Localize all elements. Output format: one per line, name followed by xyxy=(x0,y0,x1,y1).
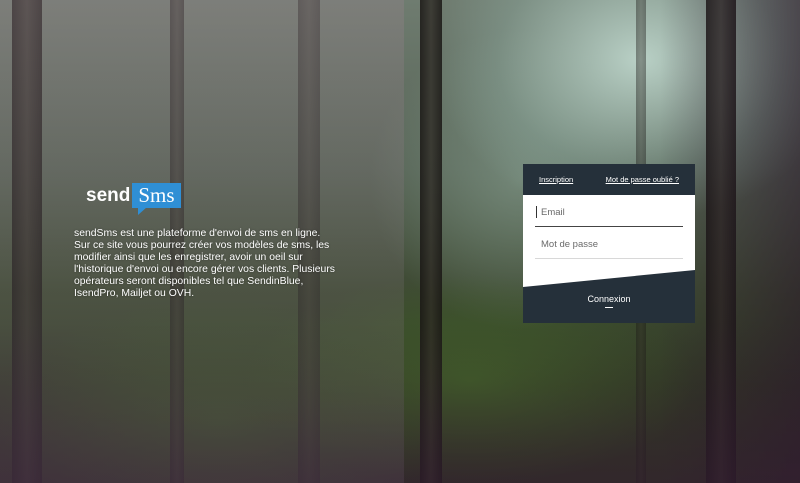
login-form: Inscription Mot de passe oublié ? Connex… xyxy=(523,164,695,323)
connexion-underline xyxy=(605,307,613,308)
brand-prefix: send xyxy=(86,184,131,206)
brand-badge: Sms xyxy=(132,183,181,215)
brand-logo: send Sms xyxy=(86,183,181,215)
connexion-button[interactable]: Connexion xyxy=(523,164,695,323)
brand-badge-label: Sms xyxy=(138,183,175,207)
speech-bubble-tail xyxy=(138,207,148,215)
connexion-button-label: Connexion xyxy=(587,294,631,304)
bottom-vignette xyxy=(0,323,800,483)
login-page: send Sms sendSms est une plateforme d'en… xyxy=(0,0,800,483)
site-description: sendSms est une plateforme d'envoi de sm… xyxy=(74,228,335,299)
